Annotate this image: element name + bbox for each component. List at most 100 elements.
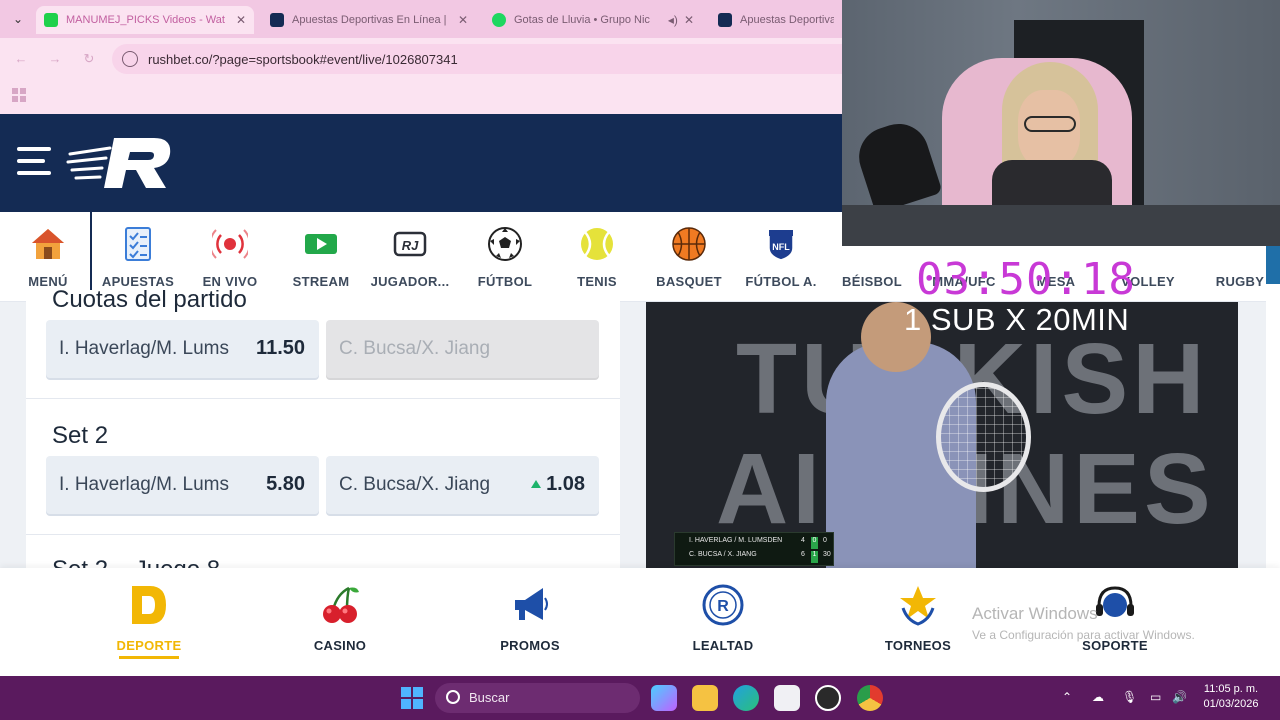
bottom-nav-deporte[interactable]: DEPORTE: [74, 568, 224, 676]
taskbar-clock[interactable]: 11:05 p. m. 01/03/2026: [1196, 682, 1266, 712]
taskbar-search[interactable]: Buscar: [435, 683, 640, 713]
windows-start-icon[interactable]: [401, 687, 423, 709]
category-futbol[interactable]: FÚTBOL: [459, 212, 551, 302]
play-icon: [305, 234, 337, 254]
sub-goal-text: 1 SUB X 20MIN: [904, 302, 1130, 337]
spotify-favicon-icon: [492, 13, 506, 27]
forward-arrow-icon[interactable]: →: [46, 50, 64, 68]
site-info-icon[interactable]: [122, 51, 138, 67]
category-jugador[interactable]: RJ JUGADOR...: [364, 212, 456, 302]
obs-icon[interactable]: [815, 685, 841, 711]
scoreboard-set1: 4: [801, 537, 805, 544]
volume-icon[interactable]: 🔊: [1172, 690, 1187, 704]
loyalty-badge-icon: R: [702, 584, 744, 626]
odds-value: 11.50: [256, 337, 305, 359]
bottom-nav-label: PROMOS: [500, 638, 560, 653]
speaker-icon[interactable]: ◂): [668, 13, 678, 27]
tab-close-icon[interactable]: ✕: [684, 13, 694, 27]
d-logo-icon: [132, 586, 166, 624]
live-icon: [212, 229, 248, 259]
watermark-line2: Ve a Configuración para activar Windows.: [972, 628, 1195, 642]
bottom-nav-torneos[interactable]: TORNEOS: [843, 568, 993, 676]
apps-grid-icon[interactable]: [12, 88, 26, 102]
streamer-webcam: [842, 0, 1280, 246]
house-icon: [32, 229, 64, 259]
bottom-nav-lealtad[interactable]: R LEALTAD: [648, 568, 798, 676]
windows-taskbar: Buscar ⌃ ☁ 🎙 ▭ 🔊 11:05 p. m. 01/03/2026: [0, 676, 1280, 720]
category-tenis[interactable]: TENIS: [551, 212, 643, 302]
category-stream[interactable]: STREAM: [275, 212, 367, 302]
hamburger-menu-icon[interactable]: [17, 147, 51, 177]
category-futbol-americano[interactable]: NFL FÚTBOL A.: [735, 212, 827, 302]
search-placeholder: Buscar: [469, 690, 510, 705]
rushbet-favicon-icon: [270, 13, 284, 27]
scoreboard-set2: 1: [811, 551, 818, 563]
market-divider: [26, 534, 620, 535]
odds-button[interactable]: C. Bucsa/X. Jiang 1.08: [326, 456, 599, 514]
microphone-icon[interactable]: 🎙: [1122, 690, 1137, 704]
bottom-nav-label: CASINO: [313, 638, 367, 653]
search-icon: [446, 690, 460, 704]
odds-button[interactable]: I. Haverlag/M. Lums 11.50: [46, 320, 319, 378]
match-scoreboard: I. HAVERLAG / M. LUMSDEN 4 0 0 C. BUCSA …: [674, 532, 834, 566]
category-label: STREAM: [292, 274, 350, 289]
back-arrow-icon[interactable]: ←: [12, 50, 30, 68]
active-underline: [119, 656, 179, 659]
betslip-icon: [125, 227, 151, 261]
scoreboard-points: 0: [823, 537, 827, 544]
category-label: TENIS: [577, 274, 617, 289]
category-label: FÚTBOL A.: [745, 274, 817, 289]
windows-activation-watermark: Activar Windows Ve a Configuración para …: [972, 604, 1195, 642]
svg-text:NFL: NFL: [772, 242, 790, 252]
address-bar-row: ← → ↻ rushbet.co/?page=sportsbook#event/…: [0, 38, 842, 80]
rj-icon: RJ: [393, 231, 427, 257]
svg-text:RJ: RJ: [402, 238, 419, 253]
kick-favicon-icon: [44, 13, 58, 27]
store-icon[interactable]: [774, 685, 800, 711]
tab-title: Apuestas Deportivas: [740, 14, 834, 26]
outcome-name: I. Haverlag/M. Lums: [59, 338, 229, 359]
bottom-nav-label: LEALTAD: [692, 638, 754, 653]
browser-tab-2[interactable]: Apuestas Deportivas En Línea | ✕: [262, 6, 476, 34]
live-video-player[interactable]: TURKISH AIRLINES I. HAVERLAG / M. LUMSDE…: [646, 302, 1238, 568]
scoreboard-team1: I. HAVERLAG / M. LUMSDEN: [689, 537, 783, 544]
cloud-icon[interactable]: ☁: [1092, 690, 1104, 704]
tab-search-chevron-icon[interactable]: ⌄: [8, 9, 28, 29]
category-label: BÉISBOL: [842, 274, 902, 289]
browser-tab-3[interactable]: Gotas de Lluvia • Grupo Nic ◂) ✕: [484, 6, 702, 34]
browser-tab-strip: ⌄ MANUMEJ_PICKS Videos - Wat ✕ Apuestas …: [0, 0, 842, 38]
tray-chevron-icon[interactable]: ⌃: [1062, 690, 1072, 704]
rushbet-logo[interactable]: [66, 134, 176, 192]
clock-date: 01/03/2026: [1203, 698, 1259, 710]
browser-tab-4[interactable]: Apuestas Deportivas: [710, 6, 842, 34]
category-basquet[interactable]: BASQUET: [643, 212, 735, 302]
scoreboard-team2: C. BUCSA / X. JIANG: [689, 551, 757, 558]
file-explorer-icon[interactable]: [692, 685, 718, 711]
bottom-nav-casino[interactable]: CASINO: [265, 568, 415, 676]
category-apuestas[interactable]: APUESTAS: [92, 212, 184, 302]
edge-icon[interactable]: [733, 685, 759, 711]
odds-button[interactable]: I. Haverlag/M. Lums 5.80: [46, 456, 319, 514]
bottom-nav-promos[interactable]: PROMOS: [455, 568, 605, 676]
svg-text:R: R: [717, 598, 729, 615]
stream-timer: 03:50:18: [916, 254, 1136, 305]
chrome-icon[interactable]: [857, 685, 883, 711]
scrollbar[interactable]: [1266, 246, 1280, 568]
reload-icon[interactable]: ↻: [80, 50, 98, 68]
category-label: BASQUET: [656, 274, 722, 289]
category-en-vivo[interactable]: EN VIVO: [184, 212, 276, 302]
url-input[interactable]: rushbet.co/?page=sportsbook#event/live/1…: [112, 44, 842, 74]
market-title: Set 2: [52, 422, 109, 449]
category-label: JUGADOR...: [370, 274, 450, 289]
tab-title: Apuestas Deportivas En Línea |: [292, 14, 447, 26]
market-list: Cuotas del partido I. Haverlag/M. Lums 1…: [26, 290, 620, 568]
odds-value: 5.80: [266, 473, 305, 495]
outcome-name: I. Haverlag/M. Lums: [59, 474, 229, 495]
network-icon[interactable]: ▭: [1150, 690, 1161, 704]
tab-close-icon[interactable]: ✕: [458, 13, 468, 27]
tab-close-icon[interactable]: ✕: [236, 13, 246, 27]
tennis-ball-icon: [581, 228, 613, 260]
copilot-icon[interactable]: [651, 685, 677, 711]
category-menu[interactable]: MENÚ: [2, 212, 94, 302]
browser-tab-1[interactable]: MANUMEJ_PICKS Videos - Wat ✕: [36, 6, 254, 34]
